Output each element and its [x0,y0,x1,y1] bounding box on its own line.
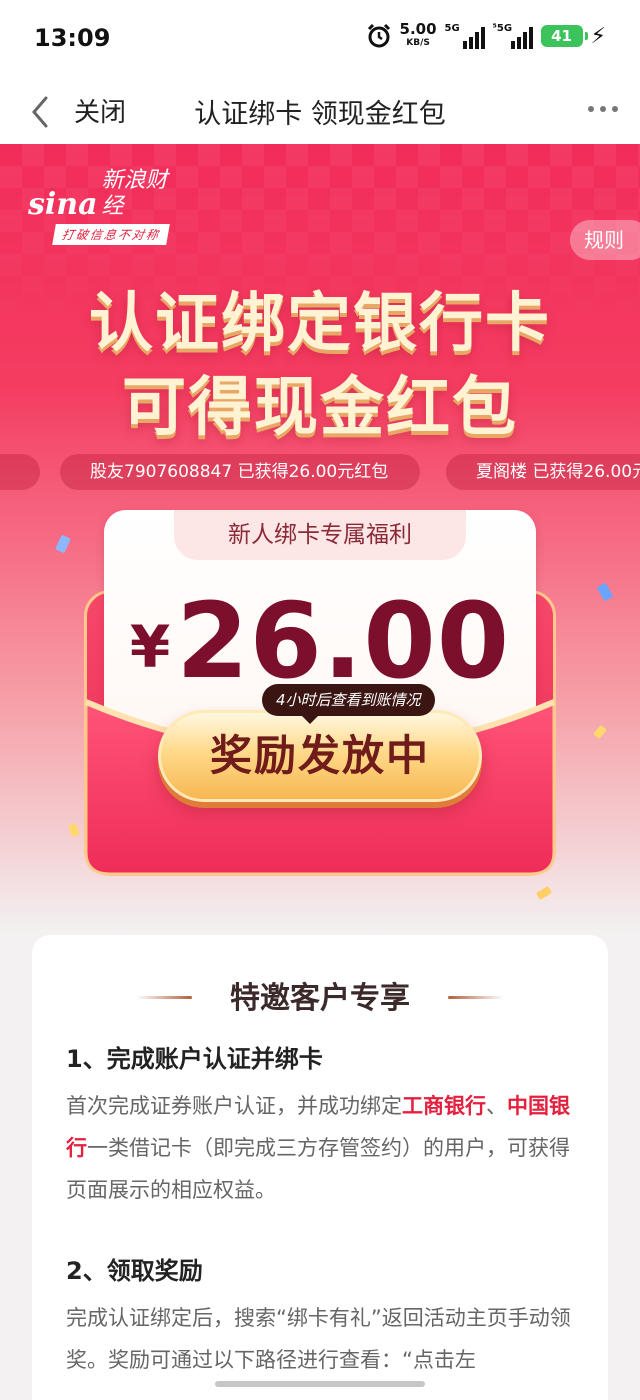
status-bar: 13:09 5.00 KB/S 5G ⁵5G 41 ⚡ [0,0,640,80]
confetti [55,534,71,554]
confetti [68,822,80,838]
battery-icon: 41 [540,25,588,47]
confetti [596,582,614,602]
ticker-stub [0,454,40,490]
alarm-icon [367,23,390,48]
rules-card: 特邀客户专享 1、完成账户认证并绑卡 首次完成证券账户认证，并成功绑定工商银行、… [32,935,608,1400]
title-decor-right [448,996,504,999]
chevron-left-icon[interactable] [24,92,60,132]
step-1-title: 1、完成账户认证并绑卡 [66,1045,323,1073]
ticker-item: 夏阁楼 已获得26.00元红包 [446,454,640,490]
rules-button[interactable]: 规则 [570,220,640,260]
card-tab: 新人绑卡专属福利 [174,510,466,560]
network-speed: 5.00 KB/S [399,20,437,49]
confetti [535,886,553,900]
currency-symbol: ¥ [129,613,171,681]
clock: 13:09 [34,24,111,52]
headline-line-1: 认证绑定银行卡 [89,287,551,361]
logo-slogan: 打破信息不对称 [52,224,170,245]
home-indicator[interactable] [215,1381,425,1387]
page-title: 认证绑卡 领现金红包 [194,99,446,130]
bolt-icon: ⚡ [590,23,606,49]
bank-icbc: 工商银行 [402,1094,486,1118]
sina-finance-logo: sina 新浪财经 打破信息不对称 [28,168,188,245]
nav-bar: 关闭 认证绑卡 领现金红包 [0,80,640,144]
signal-strength-1-icon: 5G [445,23,485,49]
reward-status-button[interactable]: 奖励发放中 [158,710,482,802]
more-icon[interactable] [588,106,618,112]
step-2-title: 2、领取奖励 [66,1257,203,1285]
step-1-text: 首次完成证券账户认证，并成功绑定工商银行、中国银行一类借记卡（即完成三方存管签约… [66,1094,570,1202]
arrival-tooltip: 4小时后查看到账情况 [262,684,435,724]
status-icons: 5.00 KB/S 5G ⁵5G 41 ⚡ [366,22,606,50]
close-button[interactable]: 关闭 [74,92,126,129]
headline-line-2: 可得现金红包 [122,371,518,445]
signal-strength-2-icon: ⁵5G [493,23,533,49]
confetti [593,724,607,740]
section-title: 特邀客户专享 [230,981,410,1016]
ticker-item: 股友7907608847 已获得26.00元红包 [60,454,420,490]
step-2-text: 完成认证绑定后，搜索“绑卡有礼”返回活动主页手动领奖。奖励可通过以下路径进行查看… [66,1306,571,1372]
hero-banner: sina 新浪财经 打破信息不对称 规则 认证绑定银行卡 可得现金红包 股友79… [0,144,640,944]
